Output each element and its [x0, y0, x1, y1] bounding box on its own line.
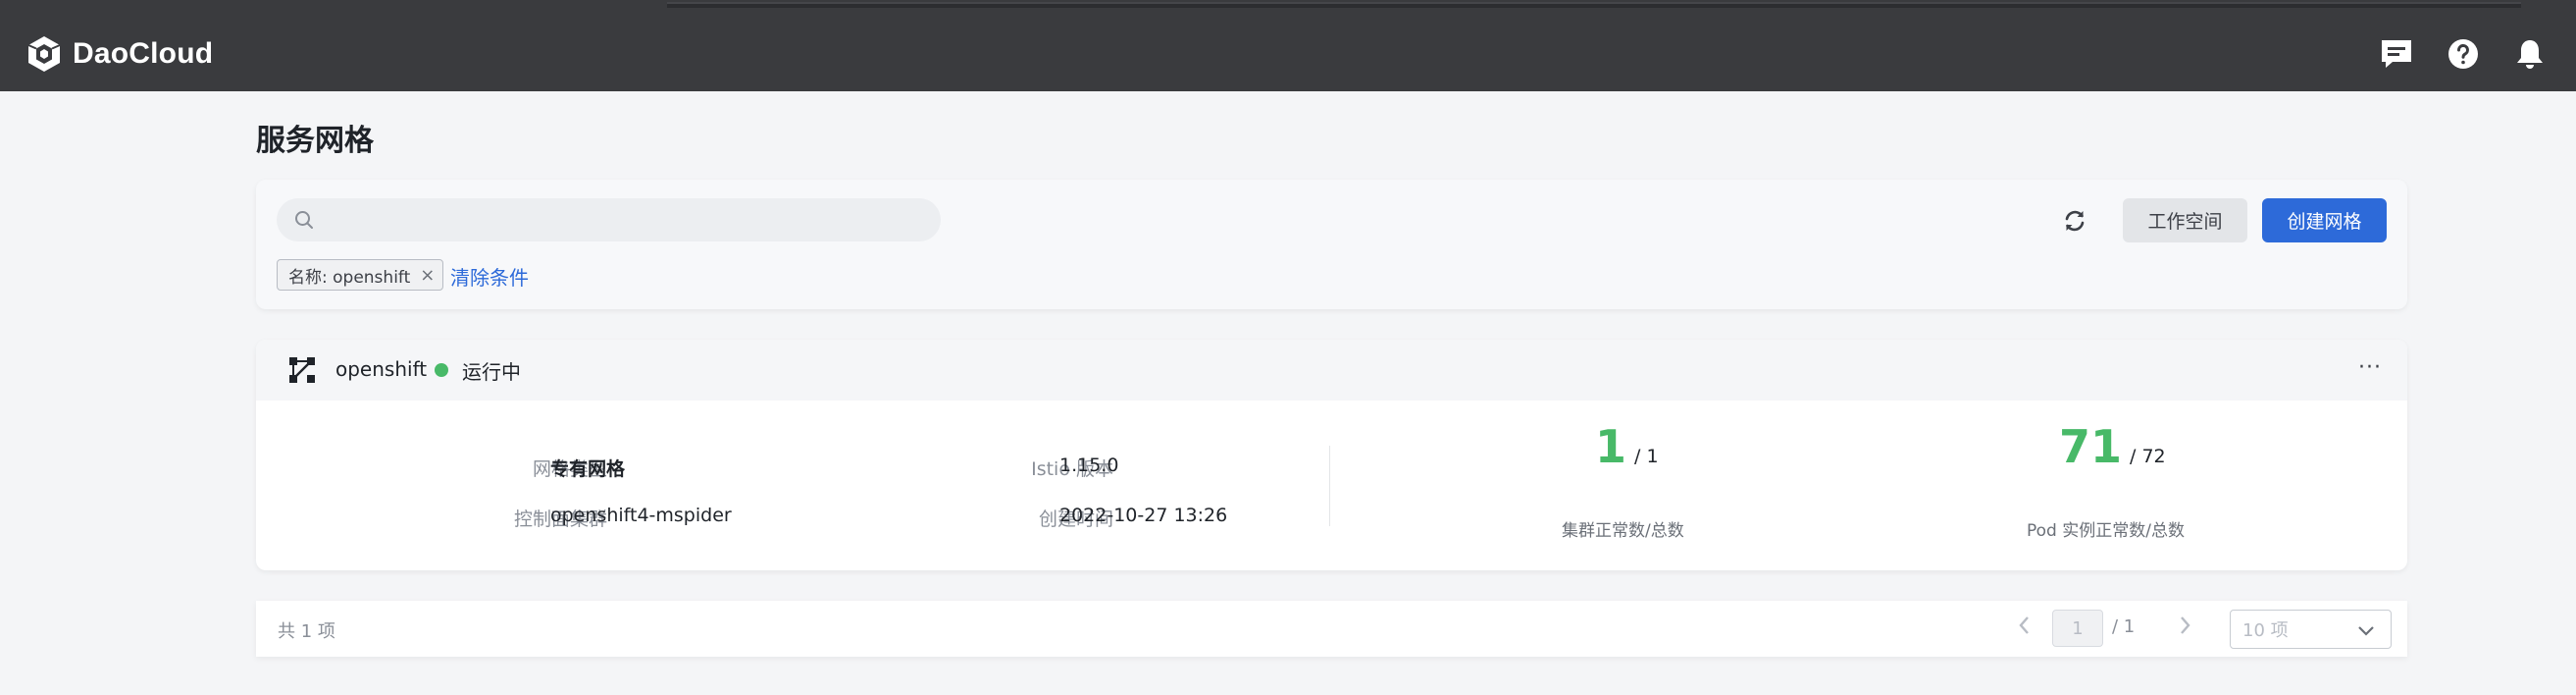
pods-total-count: / 72 [2130, 446, 2166, 467]
mesh-type-value: 专有网格 [550, 458, 626, 480]
brand-name: DaoCloud [73, 37, 214, 70]
filter-tag-label: 名称: openshift [288, 267, 411, 288]
close-icon[interactable]: × [420, 265, 435, 286]
clusters-healthy-count: 1 [1595, 420, 1627, 473]
status-text: 运行中 [462, 360, 521, 384]
refresh-icon [2065, 210, 2085, 232]
daocloud-logo[interactable]: DaoCloud [24, 32, 213, 76]
page-size-value: 10 项 [2242, 620, 2289, 641]
background-window-strip [667, 2, 2521, 8]
total-count: 共 1 项 [278, 621, 335, 642]
search-box[interactable] [277, 198, 941, 241]
message-icon[interactable] [2378, 35, 2415, 73]
create-mesh-button[interactable]: 创建网格 [2262, 198, 2387, 242]
refresh-button[interactable] [2055, 201, 2094, 241]
created-time-value: 2022-10-27 13:26 [1059, 505, 1228, 526]
istio-version-value: 1.15.0 [1059, 454, 1119, 476]
clear-filters-link[interactable]: 清除条件 [450, 262, 529, 291]
mesh-card[interactable]: openshift 运行中 ··· 网格类型 专有网格 控制面集群 opensh… [256, 340, 2407, 570]
help-icon[interactable] [2445, 35, 2482, 73]
mesh-name[interactable]: openshift [335, 357, 427, 381]
status-dot [435, 363, 448, 377]
mesh-icon [289, 357, 315, 383]
page-size-select[interactable]: 10 项 [2230, 610, 2392, 649]
chevron-left-icon[interactable] [2017, 615, 2031, 641]
filter-toolbar: 工作空间 创建网格 名称: openshift × 清除条件 [256, 180, 2407, 309]
cluster-health-label: 集群正常数/总数 [1562, 521, 1684, 541]
top-navigation-bar: DaoCloud [0, 0, 2576, 91]
mesh-card-header: openshift 运行中 ··· [256, 340, 2407, 401]
pagination-bar: 共 1 项 1 / 1 10 项 [256, 601, 2407, 657]
pod-health-label: Pod 实例正常数/总数 [2027, 521, 2185, 541]
search-icon [295, 211, 313, 229]
more-actions-button[interactable]: ··· [2358, 355, 2382, 380]
page-total: / 1 [2112, 616, 2136, 637]
top-icons [2378, 35, 2549, 73]
chevron-right-icon[interactable] [2179, 615, 2192, 641]
bell-icon[interactable] [2511, 35, 2549, 73]
search-input[interactable] [326, 208, 914, 232]
control-cluster-value: openshift4-mspider [550, 505, 732, 526]
clusters-total-count: / 1 [1634, 446, 1659, 467]
workspace-button[interactable]: 工作空间 [2123, 198, 2247, 242]
page-number-input[interactable]: 1 [2052, 610, 2103, 647]
divider [1329, 446, 1330, 526]
chevron-down-icon [2358, 626, 2374, 636]
daocloud-logo-icon [27, 36, 61, 72]
page-title: 服务网格 [256, 124, 374, 158]
pod-health-stat: 71 / 72 [2059, 420, 2166, 473]
filter-tag: 名称: openshift × [277, 259, 444, 291]
pods-healthy-count: 71 [2059, 420, 2123, 473]
cluster-health-stat: 1 / 1 [1595, 420, 1659, 473]
